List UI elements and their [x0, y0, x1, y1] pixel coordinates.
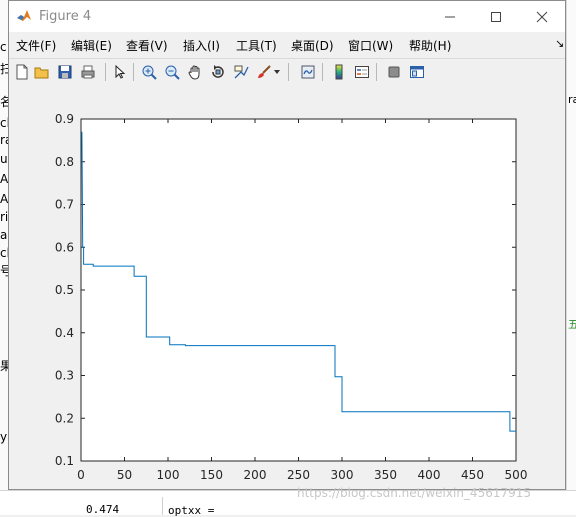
y-tick-label: 0.9 [55, 112, 74, 126]
x-tick-label: 500 [505, 468, 528, 482]
background-text-fragment: A [0, 172, 9, 186]
brush-icon[interactable] [255, 63, 273, 81]
title-bar[interactable]: Figure 4 [9, 1, 565, 32]
y-tick-label: 0.3 [55, 369, 74, 383]
figure-toolbar [9, 58, 565, 86]
x-tick-label: 250 [287, 468, 310, 482]
save-icon[interactable] [56, 63, 74, 81]
matlab-logo-icon [17, 10, 31, 21]
toolbar-separator [133, 63, 134, 81]
new-figure-icon[interactable] [13, 63, 31, 81]
pointer-icon[interactable] [110, 63, 128, 81]
rotate-3d-icon[interactable] [209, 63, 227, 81]
menu-edit[interactable]: 编辑(E) [71, 37, 112, 54]
menu-view[interactable]: 查看(V) [126, 37, 168, 54]
open-folder-icon[interactable] [33, 63, 51, 81]
y-tick-label: 0.4 [55, 326, 74, 340]
menu-desktop[interactable]: 桌面(D) [291, 37, 334, 54]
minimize-icon [445, 16, 455, 17]
y-tick-label: 0.2 [55, 411, 74, 425]
background-text-fragment: ra [568, 93, 576, 106]
y-tick-label: 0.5 [55, 283, 74, 297]
x-tick-label: 200 [244, 468, 267, 482]
toolbar-separator [376, 63, 377, 81]
menu-tools[interactable]: 工具(T) [236, 37, 277, 54]
toolbar-dock-arrow-icon[interactable]: ↘ [555, 37, 564, 50]
toolbar-separator [105, 63, 106, 81]
figure-window: Figure 4 文件(F) 编辑(E) 查看(V) 插入(I) 工具(T) 桌… [8, 0, 566, 490]
hide-plot-tools-icon[interactable] [385, 63, 403, 81]
x-tick-label: 450 [461, 468, 484, 482]
menu-bar: 文件(F) 编辑(E) 查看(V) 插入(I) 工具(T) 桌面(D) 窗口(W… [9, 32, 565, 56]
zoom-out-icon[interactable] [163, 63, 181, 81]
y-tick-label: 0.1 [55, 454, 74, 468]
x-tick-label: 50 [117, 468, 132, 482]
zoom-in-icon[interactable] [140, 63, 158, 81]
menu-file[interactable]: 文件(F) [16, 37, 56, 54]
background-text-fragment: c [0, 40, 7, 54]
watermark-text: https://blog.csdn.net/weixin_45617915 [297, 486, 532, 500]
background-text-fragment: A [0, 192, 9, 206]
y-tick-label: 0.7 [55, 198, 74, 212]
maximize-icon [491, 11, 501, 22]
print-icon[interactable] [79, 63, 97, 81]
plot-area: 0 50 100 150 200 250 300 350 400 450 500 0.1 0.2 0.3… [9, 85, 565, 489]
close-icon [536, 11, 548, 22]
minimize-button[interactable] [427, 1, 473, 32]
colorbar-icon[interactable] [330, 63, 348, 81]
legend-icon[interactable] [353, 63, 371, 81]
background-divider [162, 497, 163, 515]
toolbar-separator [322, 63, 323, 81]
x-tick-label: 100 [157, 468, 180, 482]
pan-hand-icon[interactable] [186, 63, 204, 81]
window-title: Figure 4 [39, 9, 92, 24]
data-cursor-icon[interactable] [232, 63, 250, 81]
x-tick-label: 350 [374, 468, 397, 482]
background-text-fragment: 五 [568, 318, 576, 331]
background-value-text: 0.474 [86, 503, 120, 516]
menu-insert[interactable]: 插入(I) [183, 37, 220, 54]
toolbar-separator [288, 63, 289, 81]
brush-dropdown-icon[interactable] [272, 63, 282, 81]
maximize-button[interactable] [473, 1, 519, 32]
background-command-text: optxx = [168, 504, 215, 517]
y-tick-label: 0.6 [55, 240, 74, 254]
menu-window[interactable]: 窗口(W) [348, 37, 393, 54]
y-tick-label: 0.8 [55, 155, 74, 169]
menu-help[interactable]: 帮助(H) [409, 37, 451, 54]
x-tick-label: 0 [77, 468, 85, 482]
x-tick-label: 400 [418, 468, 441, 482]
x-tick-label: 150 [200, 468, 223, 482]
close-button[interactable] [519, 1, 565, 32]
link-plot-icon[interactable] [299, 63, 317, 81]
background-right-panel: ra 五 [566, 0, 576, 514]
show-plot-tools-icon[interactable] [408, 63, 426, 81]
x-tick-label: 300 [331, 468, 354, 482]
line-chart[interactable]: 0 50 100 150 200 250 300 350 400 450 500 0.1 0.2 0.3… [9, 85, 565, 489]
background-text-fragment: y [0, 430, 8, 444]
